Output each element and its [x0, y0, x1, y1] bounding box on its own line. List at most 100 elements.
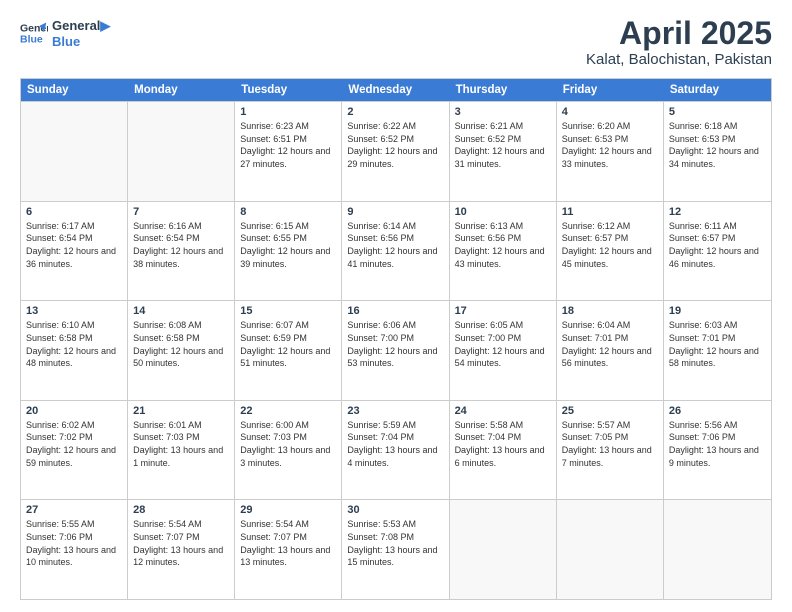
calendar-cell: 11Sunrise: 6:12 AMSunset: 6:57 PMDayligh… [557, 202, 664, 301]
day-number: 28 [133, 504, 229, 516]
day-number: 1 [240, 106, 336, 118]
calendar-cell: 1 Sunrise: 6:23 AMSunset: 6:51 PMDaylight… [235, 102, 342, 201]
day-number: 18 [562, 305, 658, 317]
cell-info: Sunrise: 5:57 AMSunset: 7:05 PMDaylight:… [562, 419, 658, 469]
calendar-cell: 18 Sunrise: 6:04 AMSunset: 7:01 PMDayligh… [557, 301, 664, 400]
day-number: 16 [347, 305, 443, 317]
day-number: 10 [455, 206, 551, 218]
day-number: 23 [347, 405, 443, 417]
cell-info: Sunrise: 6:20 AMSunset: 6:53 PMDaylight:… [562, 120, 658, 170]
calendar-cell: 29 Sunrise: 5:54 AMSunset: 7:07 PMDayligh… [235, 500, 342, 599]
cell-info: Sunrise: 5:59 AMSunset: 7:04 PMDaylight:… [347, 419, 443, 469]
cell-info: Sunrise: 6:15 AMSunset: 6:55 PMDaylight:… [240, 220, 336, 270]
calendar-header-cell: Saturday [664, 79, 771, 101]
svg-text:Blue: Blue [20, 33, 43, 45]
day-number: 12 [669, 206, 766, 218]
cell-info: Sunrise: 6:08 AMSunset: 6:58 PMDaylight:… [133, 319, 229, 369]
day-number: 26 [669, 405, 766, 417]
calendar-header-cell: Thursday [450, 79, 557, 101]
calendar-cell: 30 Sunrise: 5:53 AMSunset: 7:08 PMDayligh… [342, 500, 449, 599]
header: General Blue General▶ Blue April 2025 Ka… [20, 16, 772, 68]
calendar-cell: 19 Sunrise: 6:03 AMSunset: 7:01 PMDayligh… [664, 301, 771, 400]
day-number: 9 [347, 206, 443, 218]
calendar-week: 1 Sunrise: 6:23 AMSunset: 6:51 PMDaylight… [21, 101, 771, 201]
calendar-cell: 2Sunrise: 6:22 AMSunset: 6:52 PMDaylight… [342, 102, 449, 201]
cell-info: Sunrise: 5:54 AMSunset: 7:07 PMDaylight:… [133, 518, 229, 568]
calendar-cell: 23 Sunrise: 5:59 AMSunset: 7:04 PMDayligh… [342, 401, 449, 500]
cell-info: Sunrise: 6:23 AMSunset: 6:51 PMDaylight:… [240, 120, 336, 170]
calendar-header-cell: Friday [557, 79, 664, 101]
day-number: 3 [455, 106, 551, 118]
day-number: 5 [669, 106, 766, 118]
cell-info: Sunrise: 6:11 AMSunset: 6:57 PMDaylight:… [669, 220, 766, 270]
subtitle: Kalat, Balochistan, Pakistan [586, 51, 772, 68]
calendar-cell: 27 Sunrise: 5:55 AMSunset: 7:06 PMDayligh… [21, 500, 128, 599]
day-number: 19 [669, 305, 766, 317]
calendar-cell: 9Sunrise: 6:14 AMSunset: 6:56 PMDaylight… [342, 202, 449, 301]
calendar-cell: 15 Sunrise: 6:07 AMSunset: 6:59 PMDayligh… [235, 301, 342, 400]
cell-info: Sunrise: 6:16 AMSunset: 6:54 PMDaylight:… [133, 220, 229, 270]
day-number: 30 [347, 504, 443, 516]
day-number: 4 [562, 106, 658, 118]
cell-info: Sunrise: 6:10 AMSunset: 6:58 PMDaylight:… [26, 319, 122, 369]
day-number: 11 [562, 206, 658, 218]
calendar-header-cell: Tuesday [235, 79, 342, 101]
title-block: April 2025 Kalat, Balochistan, Pakistan [586, 16, 772, 68]
cell-info: Sunrise: 5:58 AMSunset: 7:04 PMDaylight:… [455, 419, 551, 469]
cell-info: Sunrise: 6:03 AMSunset: 7:01 PMDaylight:… [669, 319, 766, 369]
cell-info: Sunrise: 6:06 AMSunset: 7:00 PMDaylight:… [347, 319, 443, 369]
day-number: 25 [562, 405, 658, 417]
calendar-cell [450, 500, 557, 599]
logo: General Blue General▶ Blue [20, 16, 110, 49]
calendar-body: 1 Sunrise: 6:23 AMSunset: 6:51 PMDaylight… [21, 101, 771, 599]
calendar: SundayMondayTuesdayWednesdayThursdayFrid… [20, 78, 772, 600]
cell-info: Sunrise: 6:07 AMSunset: 6:59 PMDaylight:… [240, 319, 336, 369]
calendar-cell [128, 102, 235, 201]
cell-info: Sunrise: 6:22 AMSunset: 6:52 PMDaylight:… [347, 120, 443, 170]
day-number: 15 [240, 305, 336, 317]
cell-info: Sunrise: 5:56 AMSunset: 7:06 PMDaylight:… [669, 419, 766, 469]
cell-info: Sunrise: 6:00 AMSunset: 7:03 PMDaylight:… [240, 419, 336, 469]
day-number: 20 [26, 405, 122, 417]
page: General Blue General▶ Blue April 2025 Ka… [0, 0, 792, 612]
calendar-cell: 21Sunrise: 6:01 AMSunset: 7:03 PMDayligh… [128, 401, 235, 500]
day-number: 14 [133, 305, 229, 317]
logo-icon: General Blue [20, 19, 48, 47]
calendar-header-cell: Sunday [21, 79, 128, 101]
cell-info: Sunrise: 6:17 AMSunset: 6:54 PMDaylight:… [26, 220, 122, 270]
calendar-week: 27 Sunrise: 5:55 AMSunset: 7:06 PMDayligh… [21, 499, 771, 599]
logo-text: General▶ [52, 18, 110, 34]
calendar-header-cell: Monday [128, 79, 235, 101]
calendar-cell: 7Sunrise: 6:16 AMSunset: 6:54 PMDaylight… [128, 202, 235, 301]
cell-info: Sunrise: 6:02 AMSunset: 7:02 PMDaylight:… [26, 419, 122, 469]
day-number: 8 [240, 206, 336, 218]
calendar-cell [21, 102, 128, 201]
cell-info: Sunrise: 6:13 AMSunset: 6:56 PMDaylight:… [455, 220, 551, 270]
calendar-cell: 14 Sunrise: 6:08 AMSunset: 6:58 PMDayligh… [128, 301, 235, 400]
calendar-cell: 8 Sunrise: 6:15 AMSunset: 6:55 PMDaylight… [235, 202, 342, 301]
calendar-cell: 26 Sunrise: 5:56 AMSunset: 7:06 PMDayligh… [664, 401, 771, 500]
calendar-cell: 25 Sunrise: 5:57 AMSunset: 7:05 PMDayligh… [557, 401, 664, 500]
calendar-cell: 20 Sunrise: 6:02 AMSunset: 7:02 PMDayligh… [21, 401, 128, 500]
cell-info: Sunrise: 5:53 AMSunset: 7:08 PMDaylight:… [347, 518, 443, 568]
calendar-cell: 16 Sunrise: 6:06 AMSunset: 7:00 PMDayligh… [342, 301, 449, 400]
calendar-cell: 22Sunrise: 6:00 AMSunset: 7:03 PMDayligh… [235, 401, 342, 500]
cell-info: Sunrise: 6:01 AMSunset: 7:03 PMDaylight:… [133, 419, 229, 469]
calendar-week: 20 Sunrise: 6:02 AMSunset: 7:02 PMDayligh… [21, 400, 771, 500]
cell-info: Sunrise: 6:21 AMSunset: 6:52 PMDaylight:… [455, 120, 551, 170]
day-number: 29 [240, 504, 336, 516]
day-number: 27 [26, 504, 122, 516]
cell-info: Sunrise: 6:04 AMSunset: 7:01 PMDaylight:… [562, 319, 658, 369]
day-number: 13 [26, 305, 122, 317]
calendar-cell: 13 Sunrise: 6:10 AMSunset: 6:58 PMDayligh… [21, 301, 128, 400]
cell-info: Sunrise: 5:55 AMSunset: 7:06 PMDaylight:… [26, 518, 122, 568]
cell-info: Sunrise: 6:05 AMSunset: 7:00 PMDaylight:… [455, 319, 551, 369]
calendar-cell [664, 500, 771, 599]
calendar-cell: 3 Sunrise: 6:21 AMSunset: 6:52 PMDaylight… [450, 102, 557, 201]
calendar-cell: 17Sunrise: 6:05 AMSunset: 7:00 PMDayligh… [450, 301, 557, 400]
calendar-week: 6 Sunrise: 6:17 AMSunset: 6:54 PMDaylight… [21, 201, 771, 301]
cell-info: Sunrise: 5:54 AMSunset: 7:07 PMDaylight:… [240, 518, 336, 568]
calendar-cell: 10 Sunrise: 6:13 AMSunset: 6:56 PMDayligh… [450, 202, 557, 301]
calendar-cell: 5Sunrise: 6:18 AMSunset: 6:53 PMDaylight… [664, 102, 771, 201]
day-number: 6 [26, 206, 122, 218]
